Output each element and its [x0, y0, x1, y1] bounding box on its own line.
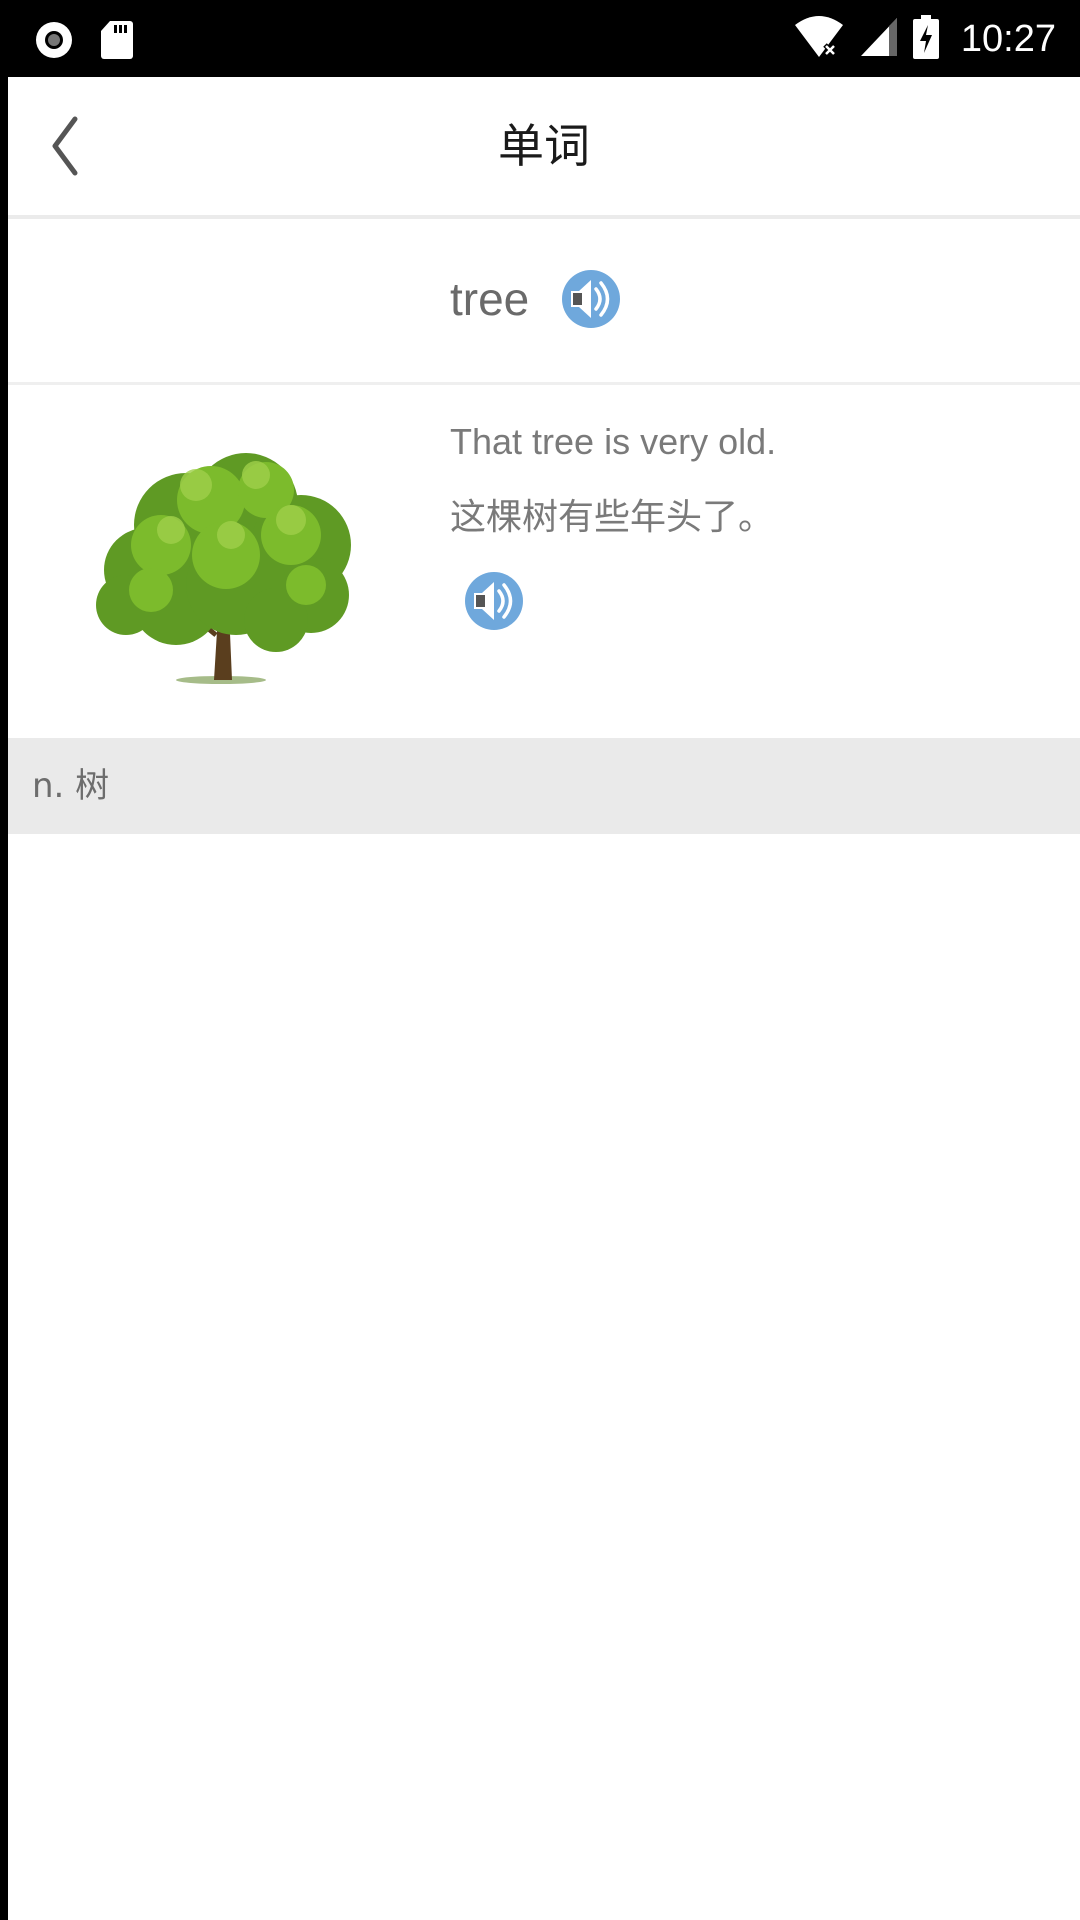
page-title: 单词	[498, 119, 590, 173]
status-time: 10:27	[960, 18, 1056, 60]
circle-record-icon	[34, 20, 74, 64]
battery-charging-icon	[912, 15, 939, 63]
example-sentence-zh: 这棵树有些年头了。	[450, 497, 775, 538]
speaker-icon[interactable]	[464, 571, 524, 631]
status-right-icons: 10:27	[793, 15, 1056, 63]
definition-text: n. 树	[32, 766, 110, 806]
status-bar: 10:27	[0, 0, 1080, 77]
speaker-icon[interactable]	[561, 269, 621, 329]
sd-card-icon	[100, 20, 134, 64]
word-row: tree	[8, 219, 1080, 385]
example-section: That tree is very old. 这棵树有些年头了。	[8, 385, 1080, 738]
status-left-icons	[34, 20, 134, 64]
screen: 10:27 单词 tree That tree is very old. 这棵树…	[0, 0, 1080, 1920]
cell-signal-icon	[859, 16, 899, 62]
nav-bar: 单词	[8, 77, 1080, 219]
word-detail-page: 单词 tree That tree is very old. 这棵树有些年头了。…	[8, 77, 1080, 1920]
definition-bar: n. 树	[8, 738, 1080, 834]
example-sentence-en: That tree is very old.	[450, 421, 777, 462]
tree-image	[96, 453, 351, 684]
wifi-icon	[793, 15, 845, 63]
word-text: tree	[450, 273, 530, 325]
